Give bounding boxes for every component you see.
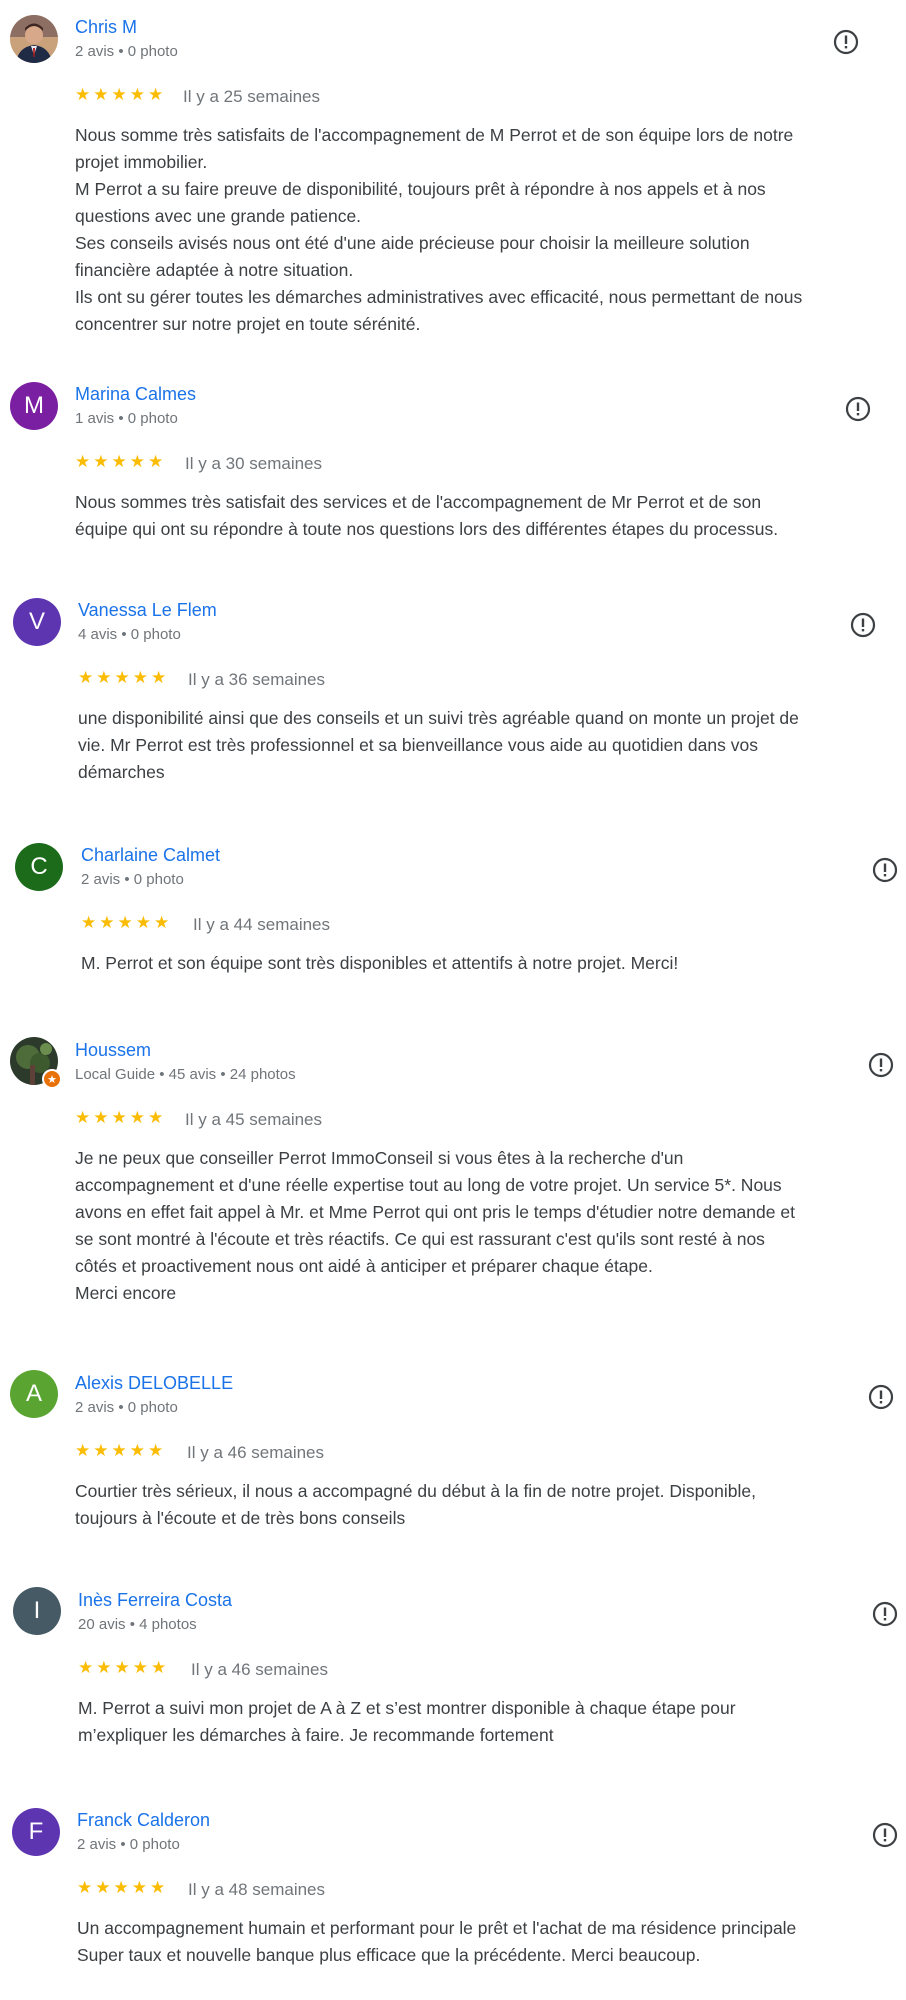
- report-icon[interactable]: [833, 29, 859, 55]
- reviewer-meta: 2 avis • 0 photo: [81, 871, 184, 888]
- reviewer-meta: 4 avis • 0 photo: [78, 626, 181, 643]
- star-rating: ★★★★★: [75, 1441, 167, 1460]
- avatar[interactable]: F: [12, 1808, 60, 1856]
- review-text: M. Perrot et son équipe sont très dispon…: [81, 953, 679, 973]
- reviewer-name[interactable]: Chris M: [75, 17, 137, 38]
- star-rating: ★★★★★: [81, 913, 173, 932]
- reviews-list: Chris M 2 avis • 0 photo ★★★★★ Il y a 25…: [0, 0, 906, 2000]
- star-rating: ★★★★★: [75, 1108, 167, 1127]
- review-text: Nous somme très satisfaits de l'accompag…: [75, 125, 803, 334]
- user-photo-icon: [10, 15, 58, 63]
- avatar[interactable]: V: [13, 598, 61, 646]
- report-icon[interactable]: [850, 612, 876, 638]
- star-rating: ★★★★★: [78, 668, 170, 687]
- review-text: M. Perrot a suivi mon projet de A à Z et…: [78, 1698, 736, 1745]
- reviewer-meta: Local Guide • 45 avis • 24 photos: [75, 1066, 296, 1083]
- reviewer-name[interactable]: Alexis DELOBELLE: [75, 1373, 233, 1394]
- review-date: Il y a 44 semaines: [193, 915, 331, 934]
- reviewer-name[interactable]: Charlaine Calmet: [81, 845, 220, 866]
- avatar[interactable]: [10, 15, 58, 63]
- review-date: Il y a 36 semaines: [188, 670, 326, 689]
- report-icon[interactable]: [868, 1384, 894, 1410]
- avatar-letter: V: [28, 608, 45, 635]
- avatar[interactable]: I: [13, 1587, 61, 1635]
- review-date: Il y a 46 semaines: [187, 1443, 325, 1462]
- local-guide-badge-icon: ★: [42, 1069, 62, 1089]
- review-date: Il y a 25 semaines: [183, 87, 321, 106]
- star-rating: ★★★★★: [77, 1878, 169, 1897]
- review-text: Un accompagnement humain et performant p…: [77, 1918, 797, 1965]
- review-date: Il y a 46 semaines: [191, 1660, 329, 1679]
- review-date: Il y a 45 semaines: [185, 1110, 323, 1129]
- reviewer-meta: 20 avis • 4 photos: [78, 1616, 197, 1633]
- reviewer-meta: 2 avis • 0 photo: [75, 1399, 178, 1416]
- avatar-letter: F: [28, 1818, 44, 1845]
- avatar[interactable]: ★: [10, 1037, 62, 1089]
- review-text: une disponibilité ainsi que des conseils…: [78, 708, 799, 782]
- report-icon[interactable]: [845, 396, 871, 422]
- review-text: Nous sommes très satisfait des services …: [75, 492, 779, 539]
- reviewer-meta: 2 avis • 0 photo: [75, 43, 178, 60]
- reviewer-name[interactable]: Vanessa Le Flem: [78, 600, 217, 621]
- report-icon[interactable]: [872, 1822, 898, 1848]
- reviewer-name[interactable]: Houssem: [75, 1040, 151, 1061]
- review-date: Il y a 48 semaines: [188, 1880, 326, 1899]
- review-text: Courtier très sérieux, il nous a accompa…: [75, 1481, 756, 1528]
- avatar[interactable]: C: [15, 843, 63, 891]
- reviewer-name[interactable]: Franck Calderon: [77, 1810, 210, 1831]
- reviewer-meta: 2 avis • 0 photo: [77, 1836, 180, 1853]
- reviewer-name[interactable]: Inès Ferreira Costa: [78, 1590, 232, 1611]
- avatar[interactable]: M: [10, 382, 58, 430]
- star-rating: ★★★★★: [75, 85, 167, 104]
- reviewer-meta: 1 avis • 0 photo: [75, 410, 178, 427]
- avatar-letter: I: [33, 1597, 41, 1624]
- avatar-letter: M: [24, 392, 44, 419]
- report-icon[interactable]: [872, 1601, 898, 1627]
- avatar[interactable]: A: [10, 1370, 58, 1418]
- avatar-letter: A: [25, 1380, 42, 1407]
- report-icon[interactable]: [872, 857, 898, 883]
- report-icon[interactable]: [868, 1052, 894, 1078]
- star-rating: ★★★★★: [75, 452, 167, 471]
- avatar-letter: C: [30, 853, 48, 880]
- reviewer-name[interactable]: Marina Calmes: [75, 384, 196, 405]
- star-rating: ★★★★★: [78, 1658, 170, 1677]
- review-date: Il y a 30 semaines: [185, 454, 323, 473]
- review-text: Je ne peux que conseiller Perrot ImmoCon…: [75, 1148, 795, 1303]
